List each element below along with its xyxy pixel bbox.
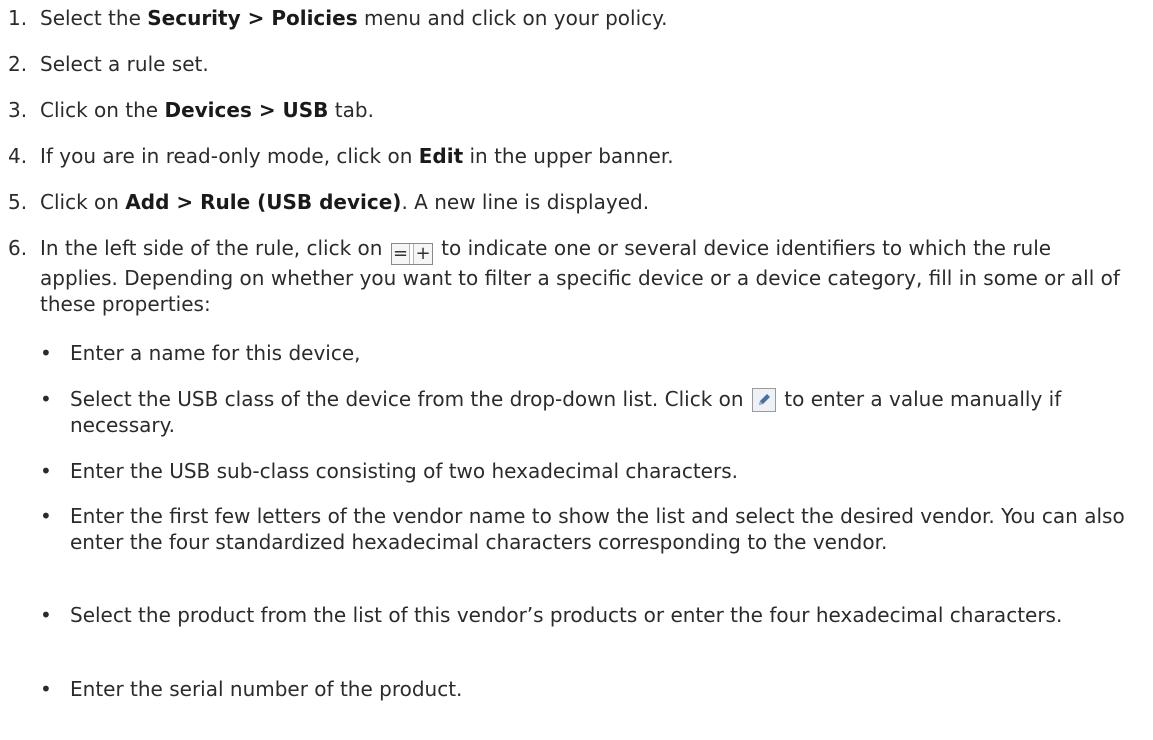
bullet-item: • Enter the first few letters of the ven…	[40, 503, 1130, 555]
step-text: Select the	[40, 6, 148, 30]
bullet-text: Enter the USB sub-class consisting of tw…	[70, 459, 738, 483]
bullet-text: Select the product from the list of this…	[70, 603, 1063, 627]
pencil-edit-icon	[751, 388, 776, 412]
equals-glyph: =	[393, 243, 409, 264]
step-text: Select a rule set.	[40, 52, 209, 76]
step-number: 4.	[8, 144, 28, 168]
documentation-page: 1. Select the Security > Policies menu an…	[0, 0, 1153, 740]
step-5: 5. Click on Add > Rule (USB device). A ne…	[8, 189, 1128, 215]
edit-label: Edit	[418, 144, 464, 168]
step-text: in the upper banner.	[463, 144, 674, 168]
plus-glyph: +	[415, 243, 431, 264]
bullet-text: Select the USB class of the device from …	[70, 387, 750, 411]
step-2: 2. Select a rule set.	[8, 51, 1128, 77]
step-1: 1. Select the Security > Policies menu an…	[8, 5, 1128, 31]
step-text: If you are in read-only mode, click on	[40, 144, 419, 168]
step-3: 3. Click on the Devices > USB tab.	[8, 97, 1128, 123]
bullet-item: • Select the product from the list of th…	[40, 602, 1130, 628]
step-text: Click on	[40, 190, 126, 214]
bullet-mark: •	[40, 677, 52, 701]
bullet-text: Enter a name for this device,	[70, 341, 361, 365]
bullet-item: • Enter a name for this device,	[40, 340, 1130, 366]
bullet-text: Enter the first few letters of the vendo…	[70, 504, 1125, 554]
bullet-item: • Enter the USB sub-class consisting of …	[40, 458, 1130, 484]
step-text: . A new line is displayed.	[401, 190, 650, 214]
bullet-mark: •	[40, 504, 52, 528]
step-4: 4. If you are in read-only mode, click on…	[8, 143, 1128, 169]
step-text: In the left side of the rule, click on	[40, 236, 389, 260]
step-number: 1.	[8, 6, 28, 30]
step-number: 5.	[8, 190, 28, 214]
step-text: Click on the	[40, 98, 165, 122]
bullet-mark: •	[40, 459, 52, 483]
bullet-mark: •	[40, 341, 52, 365]
menu-path-add-rule: Add > Rule (USB device)	[125, 190, 402, 214]
equals-plus-icon: = +	[390, 243, 433, 265]
bullet-item: • Enter the serial number of the product…	[40, 676, 1130, 702]
bullet-mark: •	[40, 603, 52, 627]
bullet-item: • Select the USB class of the device fro…	[40, 386, 1130, 438]
menu-path-security-policies: Security > Policies	[147, 6, 358, 30]
bullet-text: Enter the serial number of the product.	[70, 677, 463, 701]
bullet-mark: •	[40, 387, 52, 411]
step-number: 6.	[8, 236, 28, 260]
tab-path-devices-usb: Devices > USB	[164, 98, 329, 122]
step-text: menu and click on your policy.	[357, 6, 668, 30]
step-number: 3.	[8, 98, 28, 122]
step-number: 2.	[8, 52, 28, 76]
step-6: 6. In the left side of the rule, click o…	[8, 235, 1128, 317]
step-text: tab.	[328, 98, 374, 122]
